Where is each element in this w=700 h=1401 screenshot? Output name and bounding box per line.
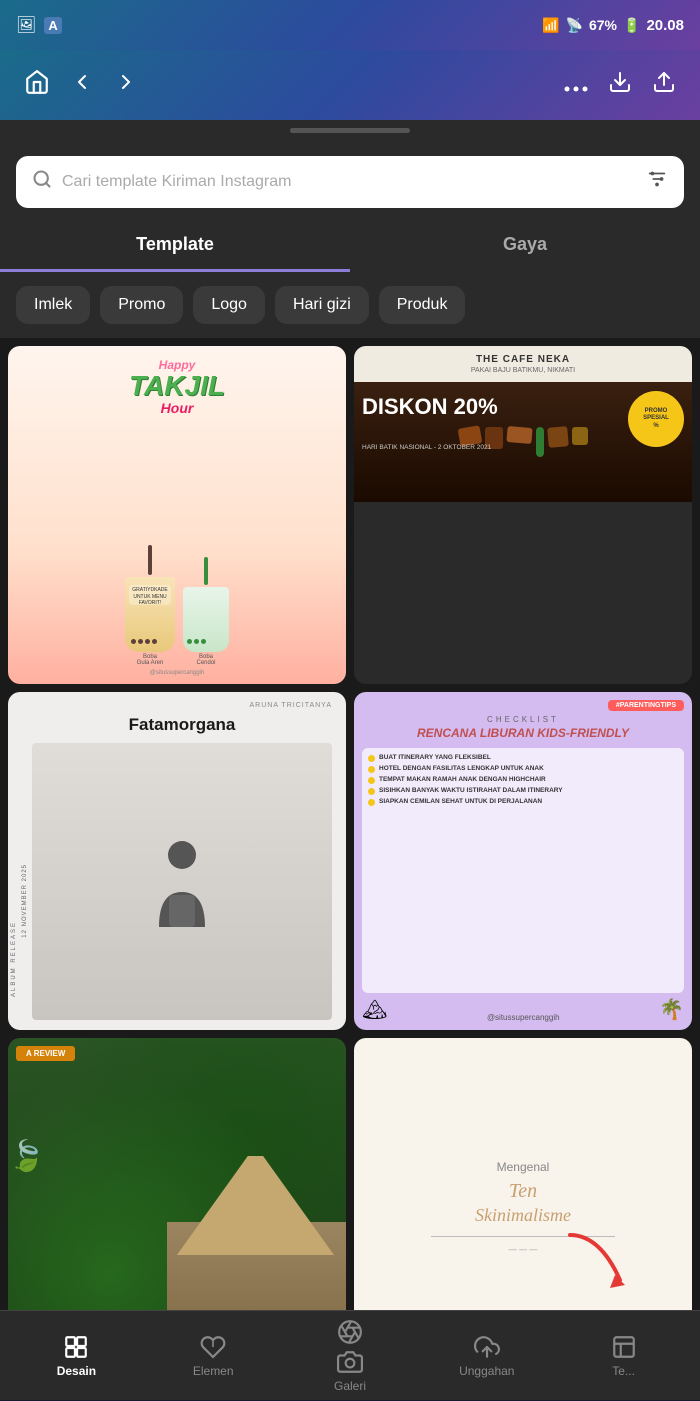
time-display: 20.08 bbox=[646, 17, 684, 34]
elemen-label: Elemen bbox=[193, 1364, 234, 1378]
liburan-item-1: BUAT ITINERARY YANG FLEKSIBEL bbox=[368, 754, 678, 762]
wifi-icon: 📶 bbox=[542, 17, 559, 34]
liburan-decorations: 🏔 @situssupercanggih 🌴 bbox=[362, 997, 684, 1022]
navigation-bar bbox=[0, 50, 700, 120]
red-arrow-indicator bbox=[560, 1230, 640, 1295]
battery-icon: 🔋 bbox=[623, 17, 640, 34]
desain-label: Desain bbox=[57, 1364, 96, 1378]
diskon-shop-name: THE CAFE NEKA bbox=[364, 354, 682, 365]
review-badge: A REVIEW bbox=[16, 1046, 75, 1061]
fata-date-rotated: 12 NOVEMBER 2025 bbox=[22, 864, 28, 938]
nav-item-te[interactable]: Te... bbox=[555, 1326, 692, 1386]
fata-image-area bbox=[32, 743, 332, 1020]
categories-area: Imlek Promo Logo Hari gizi Produk bbox=[0, 272, 700, 338]
category-produk[interactable]: Produk bbox=[379, 286, 466, 324]
download-icon[interactable] bbox=[608, 70, 632, 100]
liburan-parentingtips-tag: #PARENTINGTIPS bbox=[608, 700, 684, 711]
template-card-fatamorgana[interactable]: ARUNA TRICITANYA Fatamorgana 12 NOVEMBER… bbox=[8, 692, 346, 1030]
takjil-drinks: GRATIYDKADEUNTUK MENUFAVORIT! BobaGula A… bbox=[125, 420, 229, 666]
diskon-tagline: PAKAI BAJU BATIKMU, NIKMATI bbox=[364, 367, 682, 374]
main-content: Cari template Kiriman Instagram Template… bbox=[0, 140, 700, 1310]
diskon-top-section: THE CAFE NEKA PAKAI BAJU BATIKMU, NIKMAT… bbox=[354, 346, 692, 382]
diskon-title: DISKON 20% bbox=[362, 396, 632, 418]
template-card-diskon[interactable]: THE CAFE NEKA PAKAI BAJU BATIKMU, NIKMAT… bbox=[354, 346, 692, 684]
nav-item-elemen[interactable]: Elemen bbox=[145, 1326, 282, 1386]
mengenal-title: Ten Skinimalisme bbox=[475, 1178, 571, 1227]
mengenal-bottom-text: — — — bbox=[509, 1245, 537, 1254]
tabs-area: Template Gaya bbox=[0, 220, 700, 272]
unggahan-icon bbox=[474, 1334, 500, 1360]
nav-right-icons bbox=[564, 70, 676, 100]
fata-author: ARUNA TRICITANYA bbox=[32, 702, 332, 709]
liburan-item-4: SISIHKAN BANYAK WAKTU ISTIRAHAT DALAM IT… bbox=[368, 787, 678, 795]
takjil-title-main: TAKJIL bbox=[129, 372, 225, 400]
share-icon[interactable] bbox=[652, 70, 676, 100]
home-icon[interactable] bbox=[24, 69, 50, 101]
status-icons-left: 🖼 A bbox=[16, 15, 62, 35]
nav-item-unggahan[interactable]: Unggahan bbox=[418, 1326, 555, 1386]
galeri-label: Galeri bbox=[334, 1379, 366, 1393]
back-icon[interactable] bbox=[70, 70, 94, 100]
fata-album-title: Fatamorgana bbox=[32, 715, 332, 735]
template-card-review[interactable]: A REVIEW 🌿 🍃 bbox=[8, 1038, 346, 1310]
galeri-camera-icon bbox=[337, 1349, 363, 1375]
fata-release-rotated: ALBUM RELEASE bbox=[11, 921, 17, 997]
notch-pill bbox=[290, 128, 410, 133]
category-logo[interactable]: Logo bbox=[193, 286, 265, 324]
unggahan-label: Unggahan bbox=[459, 1364, 514, 1378]
review-leaves-2: 🍃 bbox=[8, 1139, 45, 1174]
elemen-icon bbox=[200, 1334, 226, 1360]
search-icon bbox=[32, 169, 52, 195]
liburan-title: RENCANA LIBURAN KIDS-FRIENDLY bbox=[362, 726, 684, 742]
person-silhouette bbox=[147, 837, 217, 927]
battery-percent: 67% bbox=[589, 17, 617, 33]
status-bar: 🖼 A 📶 📡 67% 🔋 20.08 bbox=[0, 0, 700, 50]
forward-icon[interactable] bbox=[114, 70, 138, 100]
drink-1: GRATIYDKADEUNTUK MENUFAVORIT! BobaGula A… bbox=[125, 545, 175, 666]
tab-template[interactable]: Template bbox=[0, 220, 350, 272]
te-label: Te... bbox=[612, 1364, 635, 1378]
galeri-icon bbox=[337, 1319, 363, 1345]
template-grid: Happy TAKJIL Hour GRATIYDKADEUNTUK MENUF… bbox=[0, 338, 700, 1310]
filter-icon[interactable] bbox=[646, 168, 668, 196]
mengenal-label: Mengenal bbox=[497, 1160, 550, 1174]
search-area: Cari template Kiriman Instagram bbox=[0, 140, 700, 208]
review-house bbox=[119, 1156, 346, 1310]
notch-area bbox=[0, 120, 700, 140]
status-icons-right: 📶 📡 67% 🔋 20.08 bbox=[542, 17, 684, 34]
desain-icon bbox=[63, 1334, 89, 1360]
category-imlek[interactable]: Imlek bbox=[16, 286, 90, 324]
category-harigizi[interactable]: Hari gizi bbox=[275, 286, 369, 324]
nav-item-galeri[interactable]: Galeri bbox=[282, 1311, 419, 1401]
search-bar[interactable]: Cari template Kiriman Instagram bbox=[16, 156, 684, 208]
category-promo[interactable]: Promo bbox=[100, 286, 183, 324]
bottom-navigation: Desain Elemen Galeri Unggahan bbox=[0, 1310, 700, 1400]
te-icon bbox=[611, 1334, 637, 1360]
drink-2: BobaCendol bbox=[183, 557, 229, 666]
tab-gaya[interactable]: Gaya bbox=[350, 220, 700, 272]
nav-item-desain[interactable]: Desain bbox=[8, 1326, 145, 1386]
search-placeholder[interactable]: Cari template Kiriman Instagram bbox=[62, 173, 636, 191]
liburan-items-list: BUAT ITINERARY YANG FLEKSIBEL HOTEL DENG… bbox=[362, 748, 684, 993]
photo-icon: 🖼 bbox=[16, 15, 36, 35]
keyboard-icon: A bbox=[44, 17, 61, 34]
more-icon[interactable] bbox=[564, 72, 588, 98]
diskon-promo-badge: PROMOSPESIAL% bbox=[628, 391, 684, 447]
diskon-date: HARI BATIK NASIONAL - 2 OKTOBER 2021 bbox=[362, 444, 491, 451]
takjil-footer: @situssupercanggih bbox=[150, 670, 204, 676]
template-card-mengenal[interactable]: Mengenal Ten Skinimalisme — — — bbox=[354, 1038, 692, 1310]
liburan-checklist-label: CHECKLIST bbox=[362, 715, 684, 724]
signal-icon: 📡 bbox=[566, 17, 583, 34]
liburan-item-5: SIAPKAN CEMILAN SEHAT UNTUK DI PERJALANA… bbox=[368, 798, 678, 806]
nav-left-icons bbox=[24, 69, 138, 101]
liburan-item-2: HOTEL DENGAN FASILITAS LENGKAP UNTUK ANA… bbox=[368, 765, 678, 773]
template-card-takjil[interactable]: Happy TAKJIL Hour GRATIYDKADEUNTUK MENUF… bbox=[8, 346, 346, 684]
liburan-item-3: TEMPAT MAKAN RAMAH ANAK DENGAN HIGHCHAIR bbox=[368, 776, 678, 784]
takjil-hour-label: Hour bbox=[161, 400, 194, 416]
template-card-liburan[interactable]: #PARENTINGTIPS CHECKLIST RENCANA LIBURAN… bbox=[354, 692, 692, 1030]
